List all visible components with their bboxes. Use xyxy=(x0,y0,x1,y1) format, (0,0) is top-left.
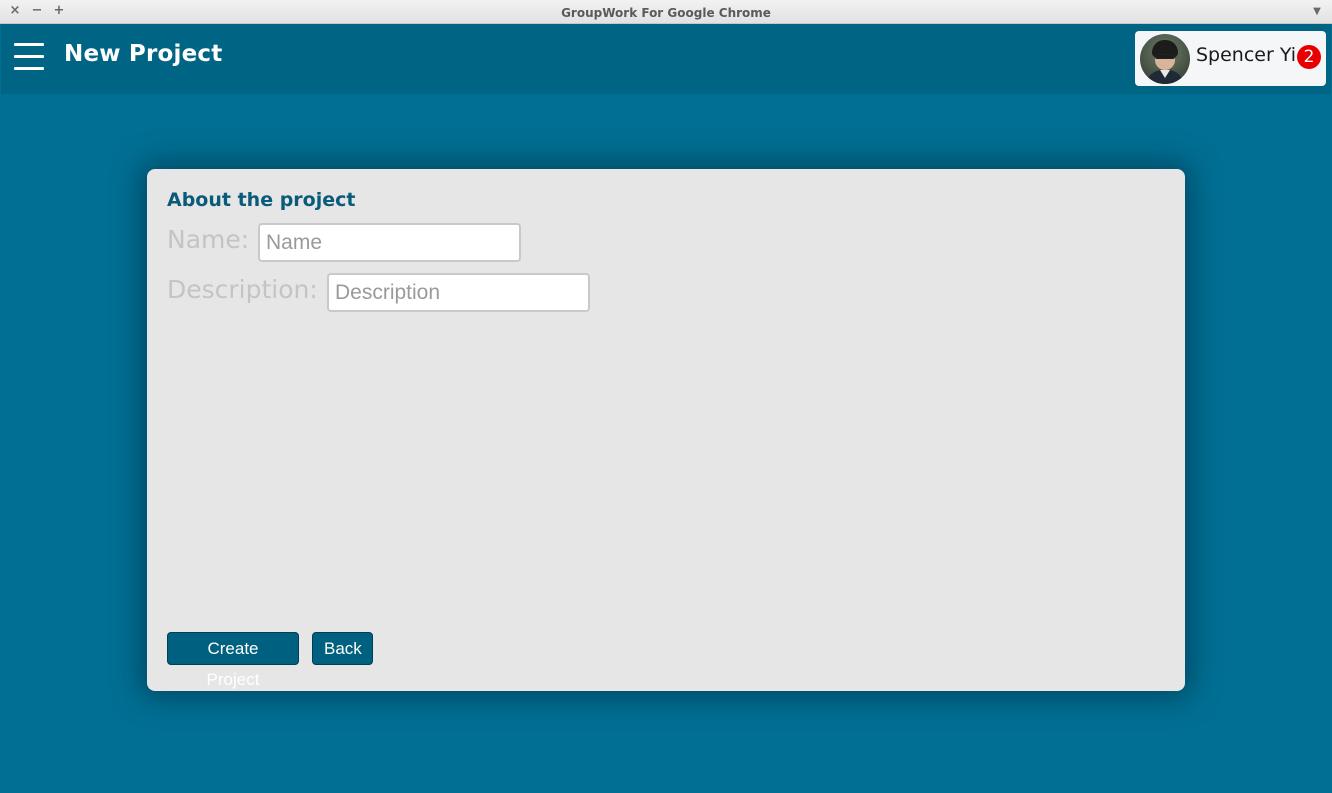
new-project-card: About the project Name: Description: Cre… xyxy=(147,169,1185,691)
page-title: New Project xyxy=(64,41,223,67)
avatar[interactable] xyxy=(1140,34,1190,84)
back-button[interactable]: Back xyxy=(312,632,373,665)
create-project-button[interactable]: Create Project xyxy=(167,632,299,689)
app-header: New Project Spencer Yi 2 xyxy=(1,24,1331,94)
hamburger-menu-icon[interactable] xyxy=(14,42,46,72)
notification-badge[interactable]: 2 xyxy=(1297,45,1321,69)
description-label: Description: xyxy=(167,275,318,304)
user-profile-button[interactable]: Spencer Yi 2 xyxy=(1135,31,1326,86)
section-heading: About the project xyxy=(167,189,356,211)
name-input[interactable] xyxy=(258,223,521,262)
user-name: Spencer Yi xyxy=(1196,44,1297,66)
name-label: Name: xyxy=(167,225,250,254)
window-title-bar: × − + GroupWork For Google Chrome ▼ xyxy=(0,0,1332,24)
window-title: GroupWork For Google Chrome xyxy=(561,6,771,20)
window-menu-icon[interactable]: ▼ xyxy=(1310,4,1324,18)
description-input[interactable] xyxy=(327,273,590,312)
